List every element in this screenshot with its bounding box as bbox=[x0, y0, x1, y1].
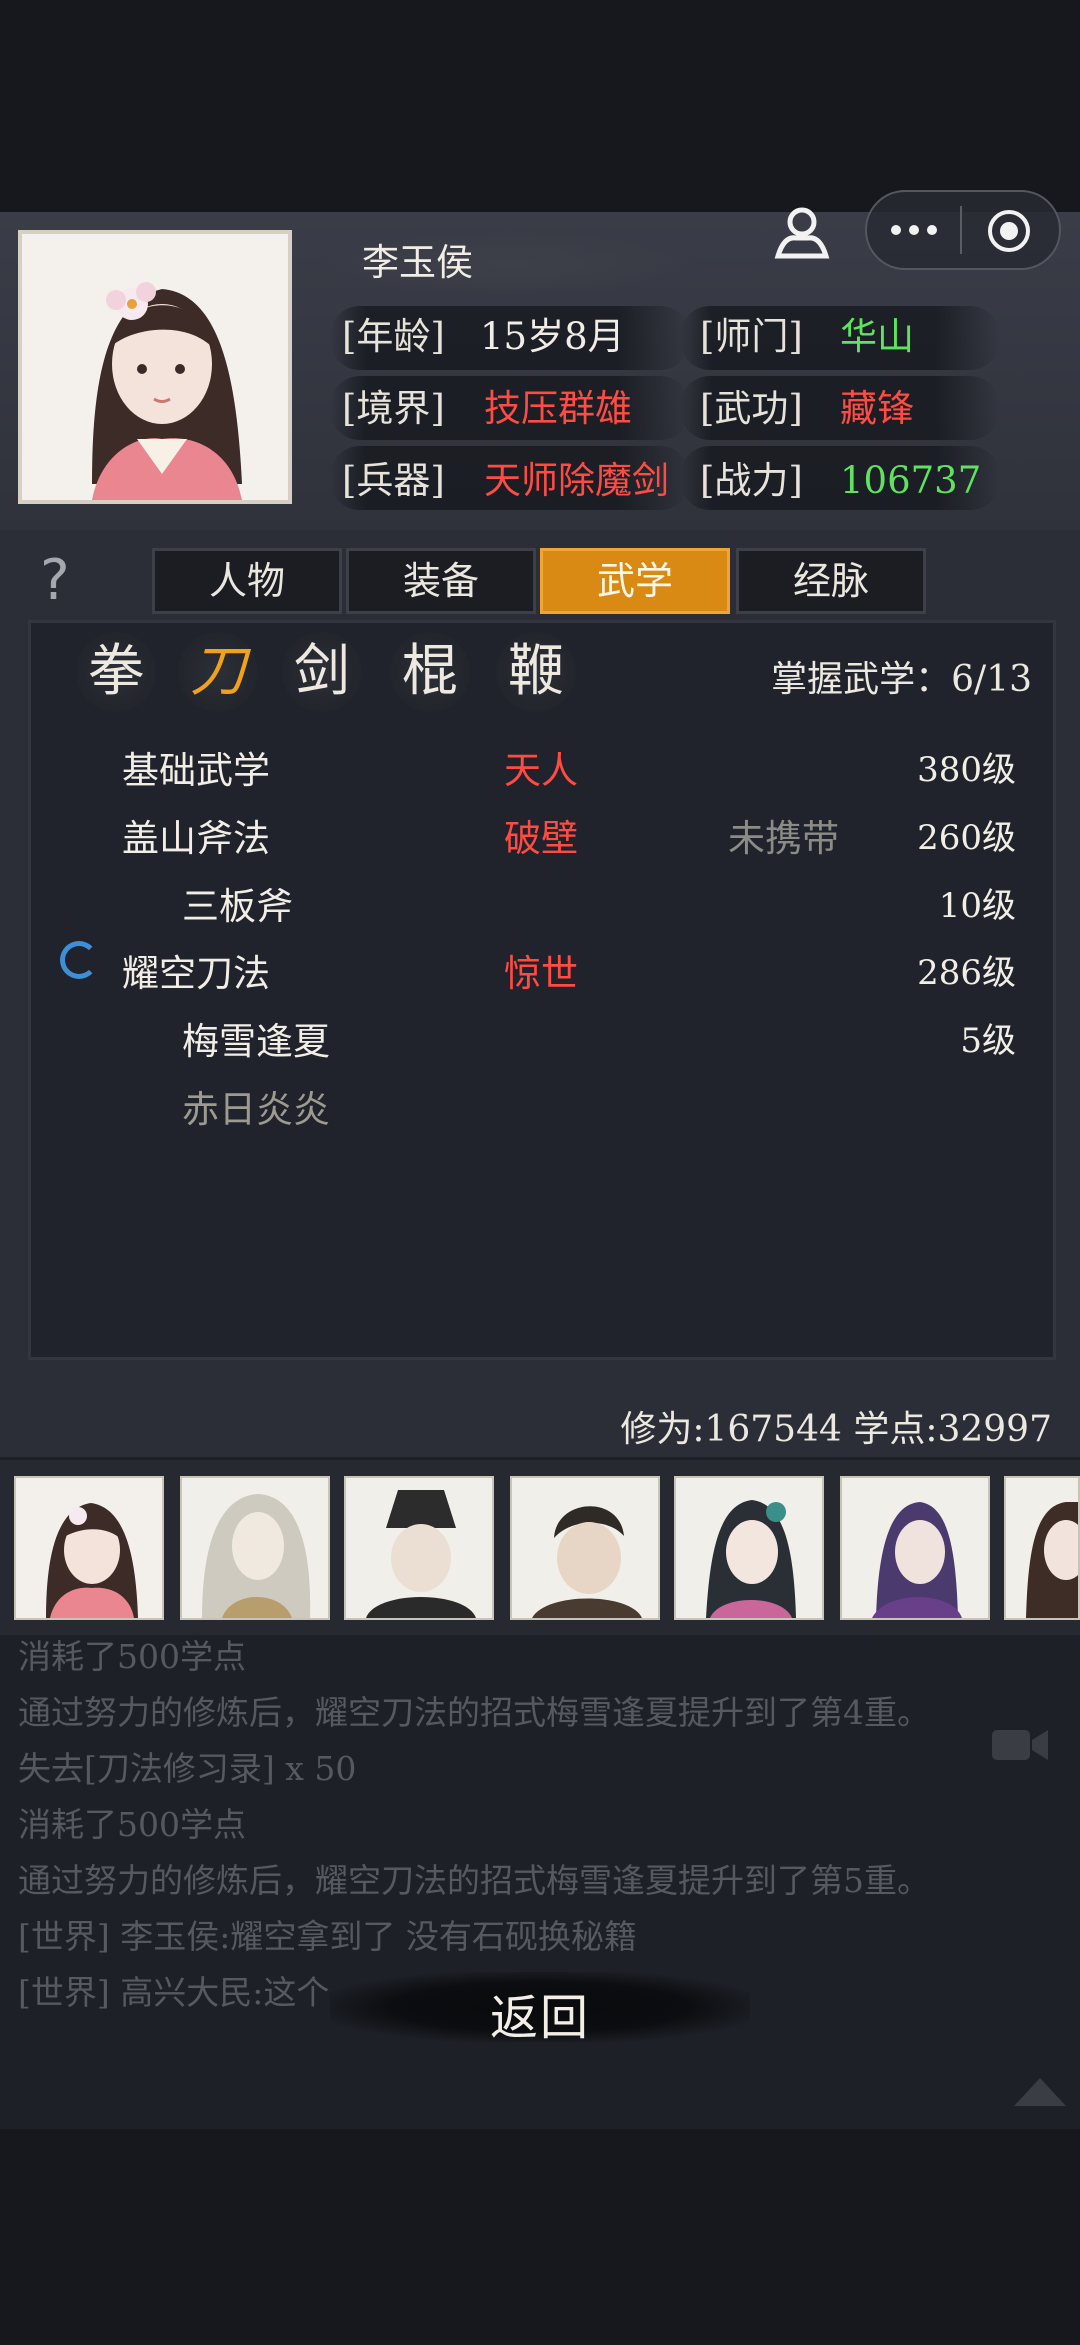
chat-line: 通过努力的修炼后，耀空刀法的招式梅雪逢夏提升到了第5重。 bbox=[18, 1861, 930, 1900]
skill-name[interactable]: 三板斧 bbox=[182, 876, 293, 930]
character-avatar[interactable] bbox=[344, 1476, 494, 1620]
power-label: [战力] bbox=[700, 459, 803, 502]
character-avatar[interactable] bbox=[510, 1476, 660, 1620]
weapon-label: [兵器] bbox=[342, 459, 445, 502]
close-target-icon[interactable] bbox=[986, 208, 1032, 254]
weapon-value: 天师除魔剑 bbox=[484, 459, 669, 502]
tab-character[interactable]: 人物 bbox=[152, 548, 342, 614]
category-staff[interactable]: 棍 bbox=[390, 632, 470, 712]
skill-level: 286级 bbox=[917, 953, 1016, 993]
realm-label: [境界] bbox=[342, 387, 445, 430]
skill-name[interactable]: 盖山斧法 bbox=[122, 808, 270, 862]
category-sword[interactable]: 剑 bbox=[282, 632, 362, 712]
sect-value: 华山 bbox=[840, 315, 914, 358]
skill-level: 5级 bbox=[960, 1021, 1016, 1061]
skill-name[interactable]: 耀空刀法 bbox=[122, 943, 270, 997]
character-portrait[interactable] bbox=[18, 230, 292, 504]
tab-meridians[interactable]: 经脉 bbox=[736, 548, 926, 614]
status-bar-area bbox=[0, 0, 1080, 212]
category-fist[interactable]: 拳 bbox=[76, 632, 156, 712]
character-avatar[interactable] bbox=[840, 1476, 990, 1620]
skill-name[interactable]: 基础武学 bbox=[122, 740, 270, 794]
help-icon[interactable]: ? bbox=[40, 548, 94, 613]
skill-name[interactable]: 梅雪逢夏 bbox=[182, 1011, 330, 1065]
tab-martial-arts[interactable]: 武学 bbox=[540, 548, 730, 614]
skill-level: 10级 bbox=[938, 886, 1016, 926]
skill-tier: 破壁 bbox=[504, 817, 578, 860]
skill-level: 260级 bbox=[917, 818, 1016, 858]
skill-name-locked[interactable]: 赤日炎炎 bbox=[182, 1079, 330, 1133]
scroll-up-icon[interactable] bbox=[1010, 2070, 1070, 2110]
chat-line: [世界] 李玉侯:耀空拿到了 没有石砚换秘籍 bbox=[18, 1917, 637, 1956]
video-icon[interactable] bbox=[990, 1722, 1050, 1768]
character-name: 李玉侯 bbox=[362, 241, 473, 284]
capsule-divider bbox=[960, 206, 962, 254]
category-blade[interactable]: 刀 bbox=[178, 632, 258, 712]
category-whip[interactable]: 鞭 bbox=[496, 632, 576, 712]
sect-label: [师门] bbox=[700, 315, 803, 358]
character-avatar[interactable] bbox=[1004, 1476, 1080, 1620]
martial-value: 藏锋 bbox=[840, 387, 914, 430]
martial-label: [武功] bbox=[700, 387, 803, 430]
chat-line: 消耗了500学点 bbox=[18, 1637, 246, 1676]
character-avatar[interactable] bbox=[14, 1476, 164, 1620]
age-value: 15岁8月 bbox=[480, 315, 625, 358]
character-avatar[interactable] bbox=[180, 1476, 330, 1620]
back-button[interactable]: 返回 bbox=[440, 1978, 640, 2048]
skill-tier: 天人 bbox=[504, 749, 578, 792]
portrait-image bbox=[22, 234, 288, 500]
chat-line: 失去[刀法修习录] x 50 bbox=[18, 1749, 357, 1788]
skill-tier: 惊世 bbox=[504, 952, 578, 995]
skill-status: 未携带 bbox=[728, 817, 839, 860]
cultivation-stats: 修为:167544 学点:32997 bbox=[620, 1409, 1052, 1450]
age-label: [年龄] bbox=[342, 315, 445, 358]
character-avatar[interactable] bbox=[674, 1476, 824, 1620]
loading-spinner-icon bbox=[60, 941, 98, 979]
realm-value: 技压群雄 bbox=[484, 387, 632, 430]
power-value: 106737 bbox=[840, 459, 982, 502]
bottom-area bbox=[0, 2129, 1080, 2345]
mastery-count: 掌握武学：6/13 bbox=[771, 659, 1032, 700]
more-icon[interactable] bbox=[888, 212, 940, 248]
chat-line: [世界] 高兴大民:这个 bbox=[18, 1973, 330, 2012]
profile-icon[interactable] bbox=[770, 200, 834, 264]
tab-equipment[interactable]: 装备 bbox=[346, 548, 536, 614]
chat-line: 通过努力的修炼后，耀空刀法的招式梅雪逢夏提升到了第4重。 bbox=[18, 1693, 930, 1732]
chat-line: 消耗了500学点 bbox=[18, 1805, 246, 1844]
skill-level: 380级 bbox=[917, 750, 1016, 790]
